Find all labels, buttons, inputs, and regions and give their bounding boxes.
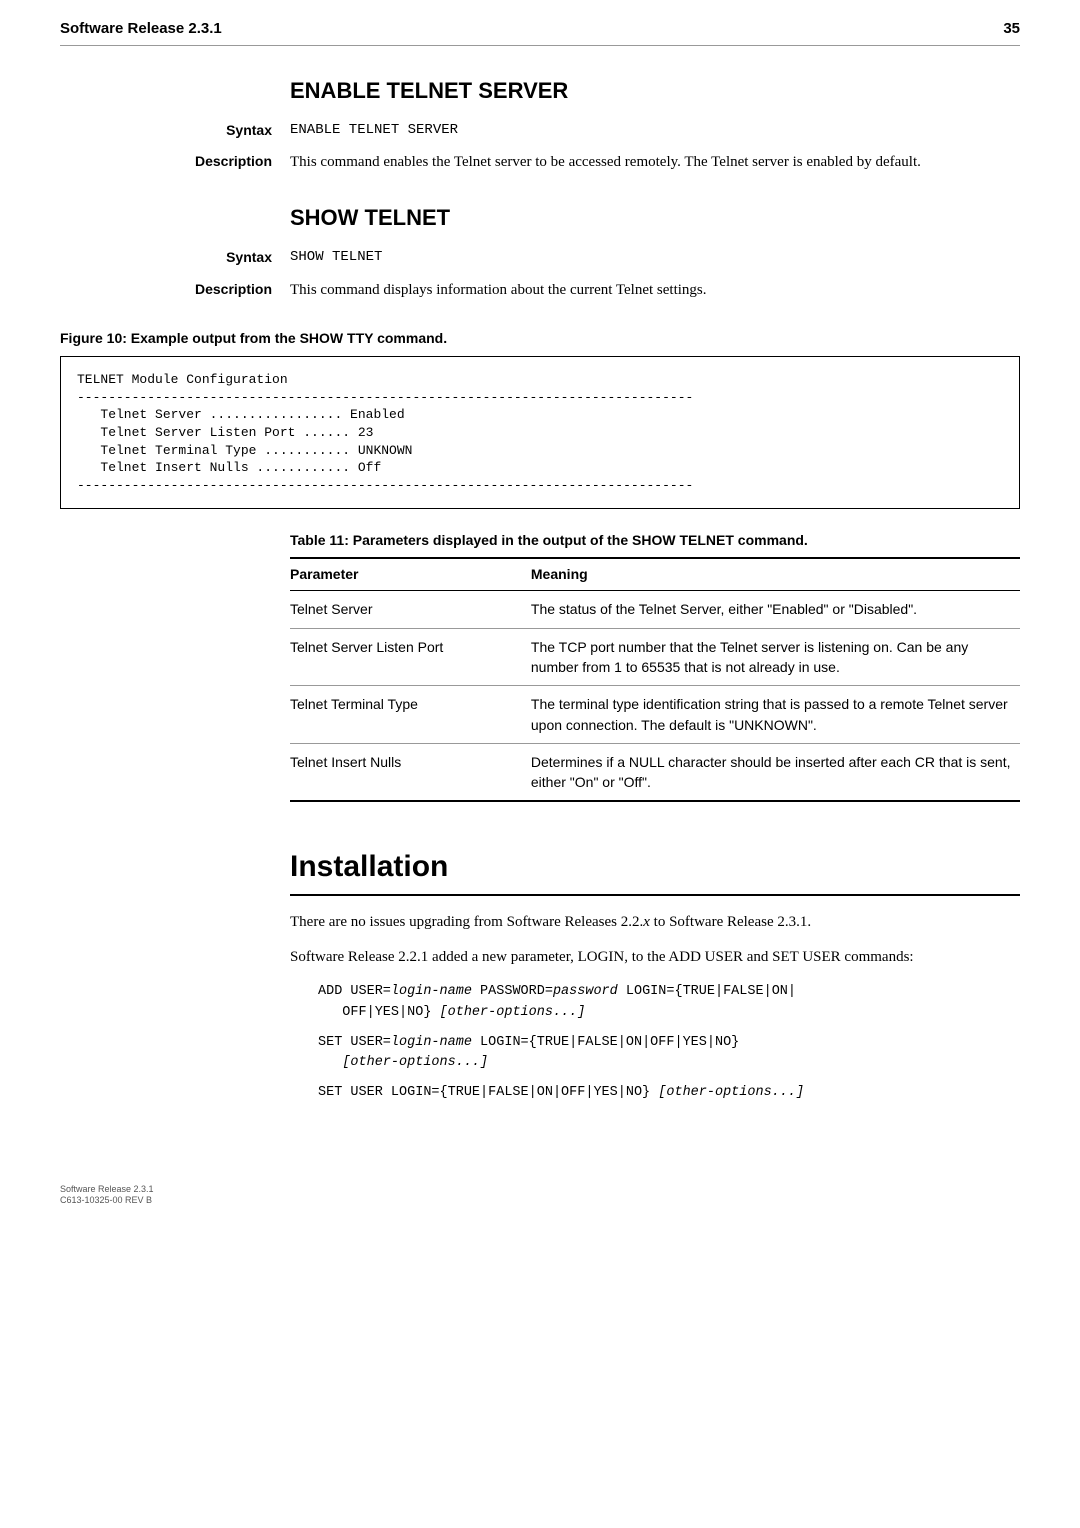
section-heading-show-telnet: SHOW TELNET (290, 203, 1020, 234)
table-row: Telnet Server The status of the Telnet S… (290, 591, 1020, 628)
cmd-ital: [other-options...] (342, 1055, 488, 1070)
cmd-text: PASSWORD= (472, 984, 553, 999)
page-number: 35 (1003, 18, 1020, 39)
param-name: Telnet Insert Nulls (290, 743, 531, 801)
table-caption: Table 11: Parameters displayed in the ou… (290, 531, 1020, 551)
command-set-user-login: SET USER LOGIN={TRUE|FALSE|ON|OFF|YES|NO… (318, 1083, 1020, 1103)
description-label: Description (60, 152, 290, 172)
table-row: Telnet Terminal Type The terminal type i… (290, 686, 1020, 744)
param-meaning: Determines if a NULL character should be… (531, 743, 1020, 801)
syntax-row-show: Syntax SHOW TELNET (60, 248, 1020, 268)
table-header-parameter: Parameter (290, 558, 531, 591)
installation-heading: Installation (290, 846, 1020, 896)
syntax-label: Syntax (60, 121, 290, 141)
text-fragment: There are no issues upgrading from Softw… (290, 914, 643, 930)
description-text-show: This command displays information about … (290, 280, 1020, 301)
footer-docid: C613-10325-00 REV B (60, 1195, 1020, 1206)
page-footer: Software Release 2.3.1 C613-10325-00 REV… (60, 1184, 1020, 1206)
cmd-text: ADD USER= (318, 984, 391, 999)
table-row: Telnet Server Listen Port The TCP port n… (290, 628, 1020, 686)
syntax-row-enable: Syntax ENABLE TELNET SERVER (60, 121, 1020, 141)
syntax-label: Syntax (60, 248, 290, 268)
description-text-enable: This command enables the Telnet server t… (290, 152, 1020, 173)
section-heading-enable-telnet: ENABLE TELNET SERVER (290, 76, 1020, 107)
text-fragment: to Software Release 2.3.1. (650, 914, 811, 930)
italic-x: x (643, 914, 650, 930)
cmd-ital: password (553, 984, 618, 999)
param-name: Telnet Server (290, 591, 531, 628)
command-set-user: SET USER=login-name LOGIN={TRUE|FALSE|ON… (318, 1033, 1020, 1074)
cmd-ital: login-name (391, 984, 472, 999)
page-header: Software Release 2.3.1 35 (60, 0, 1020, 46)
param-meaning: The status of the Telnet Server, either … (531, 591, 1020, 628)
cmd-text: SET USER LOGIN={TRUE|FALSE|ON|OFF|YES|NO… (318, 1085, 658, 1100)
cmd-text: SET USER= (318, 1035, 391, 1050)
param-meaning: The TCP port number that the Telnet serv… (531, 628, 1020, 686)
description-row-enable: Description This command enables the Tel… (60, 152, 1020, 173)
table-row: Telnet Insert Nulls Determines if a NULL… (290, 743, 1020, 801)
header-title: Software Release 2.3.1 (60, 18, 222, 39)
command-add-user: ADD USER=login-name PASSWORD=password LO… (318, 982, 1020, 1023)
figure-caption: Figure 10: Example output from the SHOW … (60, 329, 1020, 349)
syntax-value-show: SHOW TELNET (290, 248, 1020, 268)
param-name: Telnet Server Listen Port (290, 628, 531, 686)
example-output: TELNET Module Configuration ------------… (60, 356, 1020, 509)
cmd-ital: [other-options...] (658, 1085, 804, 1100)
install-para-2: Software Release 2.2.1 added a new param… (290, 947, 1020, 968)
cmd-ital: login-name (391, 1035, 472, 1050)
install-para-1: There are no issues upgrading from Softw… (290, 912, 1020, 933)
syntax-value-enable: ENABLE TELNET SERVER (290, 121, 1020, 141)
cmd-ital: [other-options...] (440, 1005, 586, 1020)
parameters-table: Parameter Meaning Telnet Server The stat… (290, 557, 1020, 803)
param-meaning: The terminal type identification string … (531, 686, 1020, 744)
table-header-meaning: Meaning (531, 558, 1020, 591)
footer-release: Software Release 2.3.1 (60, 1184, 1020, 1195)
description-label: Description (60, 280, 290, 300)
param-name: Telnet Terminal Type (290, 686, 531, 744)
description-row-show: Description This command displays inform… (60, 280, 1020, 301)
